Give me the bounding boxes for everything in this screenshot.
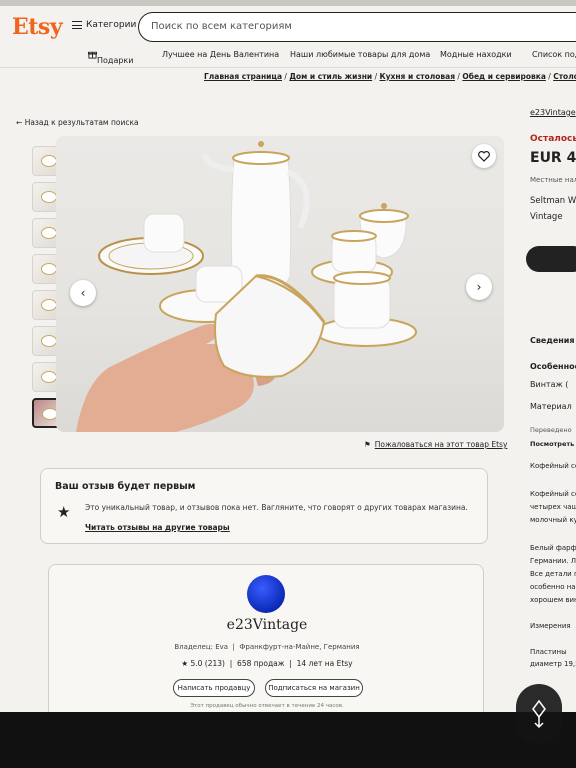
browser-screen: Etsy Категории Поиск по всем категориям … — [0, 0, 576, 712]
breadcrumb-item[interactable]: Главная страница — [204, 72, 282, 81]
measurements-heading: Измерения — [530, 622, 571, 630]
categories-button[interactable]: Категории — [72, 20, 136, 30]
nav-item-valentine[interactable]: Лучшее на День Валентина — [162, 50, 279, 59]
feature-vintage: Винтаж ( — [530, 380, 569, 389]
chevron-right-icon: › — [476, 280, 482, 294]
shop-location: Франкфурт-на-Майне, Германия — [239, 643, 360, 651]
item-details-heading[interactable]: Сведения о — [530, 336, 576, 345]
chevron-left-icon: ‹ — [80, 286, 86, 300]
description-line: Германии. Лей — [530, 557, 576, 565]
back-to-results-link[interactable]: ← Назад к результатам поиска — [16, 118, 139, 127]
read-other-reviews-link[interactable]: Читать отзывы на другие товары — [85, 523, 230, 532]
favorite-button[interactable] — [472, 144, 496, 168]
breadcrumb-item[interactable]: Обед и сервировка — [462, 72, 546, 81]
show-original-link[interactable]: Посмотреть — [530, 440, 574, 448]
plates-diameter: диаметр 19,5 см — [530, 660, 576, 668]
breadcrumb: Главная страница / Дом и стиль жизни / К… — [204, 72, 576, 81]
shop-sales: 658 продаж — [237, 659, 285, 668]
star-icon: ★ — [181, 659, 189, 668]
shop-owner: Владелец: Eva — [174, 643, 229, 651]
report-label: Пожаловаться на этот товар Etsy — [374, 440, 508, 449]
shop-logo[interactable] — [247, 575, 285, 613]
features-heading: Особенност — [530, 362, 576, 371]
heart-icon — [478, 150, 490, 162]
nav-gifts-label: Подарки — [97, 56, 134, 65]
add-to-cart-button[interactable] — [526, 246, 576, 272]
breadcrumb-item[interactable]: Столовые сер — [553, 72, 576, 81]
back-label: Назад к результатам поиска — [24, 118, 139, 127]
overlay-watermark-icon — [516, 684, 562, 744]
nav-item-home[interactable]: Наши любимые товары для дома — [290, 50, 430, 59]
next-image-button[interactable]: › — [466, 274, 492, 300]
description-line: Белый фарфор — [530, 544, 576, 552]
stock-warning: Осталось — [530, 134, 576, 144]
shop-rating: 5.0 (213) — [190, 659, 225, 668]
description-line: Кофейный сер — [530, 462, 576, 470]
site-header: Etsy Категории Поиск по всем категориям — [0, 6, 576, 44]
reviews-title: Ваш отзыв будет первым — [55, 481, 196, 492]
shop-card: e23Vintage Владелец: Eva | Франкфурт-на-… — [48, 564, 484, 712]
message-seller-button[interactable]: Написать продавцу — [173, 679, 255, 697]
diamond-icon — [532, 699, 546, 729]
report-item-link[interactable]: ⚑ Пожаловаться на этот товар Etsy — [364, 440, 507, 449]
product-photo — [56, 136, 504, 432]
star-icon: ★ — [57, 503, 71, 521]
nav-item-trends[interactable]: Модные находки — [440, 50, 512, 59]
product-title-line1: Seltman W — [530, 196, 576, 206]
feature-material: Материал — [530, 402, 572, 411]
description-line: Кофейный сер — [530, 490, 576, 498]
description-line: Все детали пок — [530, 570, 576, 578]
shop-owner-info: Владелец: Eva | Франкфурт-на-Майне, Герм… — [174, 643, 360, 651]
reviews-text: Это уникальный товар, и отзывов пока нет… — [85, 503, 468, 512]
breadcrumb-item[interactable]: Кухня и столовая — [379, 72, 455, 81]
description-line: молочный кувш — [530, 516, 576, 524]
nav-item-gifts[interactable]: Подарки — [88, 50, 133, 65]
description-line: хорошем винта — [530, 596, 576, 604]
shop-link[interactable]: e23Vintage — [530, 108, 576, 117]
response-time-note: Этот продавец обычно отвечает в течение … — [190, 703, 344, 709]
follow-shop-button[interactable]: Подписаться на магазин — [265, 679, 363, 697]
price: EUR 4 — [530, 150, 576, 166]
previous-image-button[interactable]: ‹ — [70, 280, 96, 306]
breadcrumb-item[interactable]: Дом и стиль жизни — [289, 72, 372, 81]
category-nav: Подарки Лучшее на День Валентина Наши лю… — [0, 44, 576, 66]
menu-icon — [72, 21, 82, 29]
gift-icon — [88, 51, 97, 59]
etsy-logo[interactable]: Etsy — [12, 14, 63, 40]
monitor-bezel — [0, 712, 576, 768]
search-input[interactable]: Поиск по всем категориям — [138, 12, 576, 42]
shop-years: 14 лет на Etsy — [296, 659, 353, 668]
plates-label: Пластины — [530, 648, 567, 656]
local-taxes-note: Местные нал — [530, 176, 576, 184]
product-title-line2: Vintage — [530, 212, 563, 222]
shop-stats: ★ 5.0 (213) | 658 продаж | 14 лет на Ets… — [181, 659, 353, 668]
description-line: особенно на об — [530, 583, 576, 591]
nav-divider — [0, 67, 576, 68]
translated-note: Переведено — [530, 426, 572, 434]
description-line: четырех чашеч — [530, 503, 576, 511]
categories-label: Категории — [86, 20, 137, 30]
nav-item-list[interactable]: Список под — [532, 50, 576, 59]
arrow-left-icon: ← — [16, 118, 23, 127]
reviews-section: Ваш отзыв будет первым ★ Это уникальный … — [40, 468, 488, 544]
coffee-set-illustration — [76, 141, 417, 432]
shop-name[interactable]: e23Vintage — [49, 617, 485, 633]
flag-icon: ⚑ — [364, 440, 371, 449]
